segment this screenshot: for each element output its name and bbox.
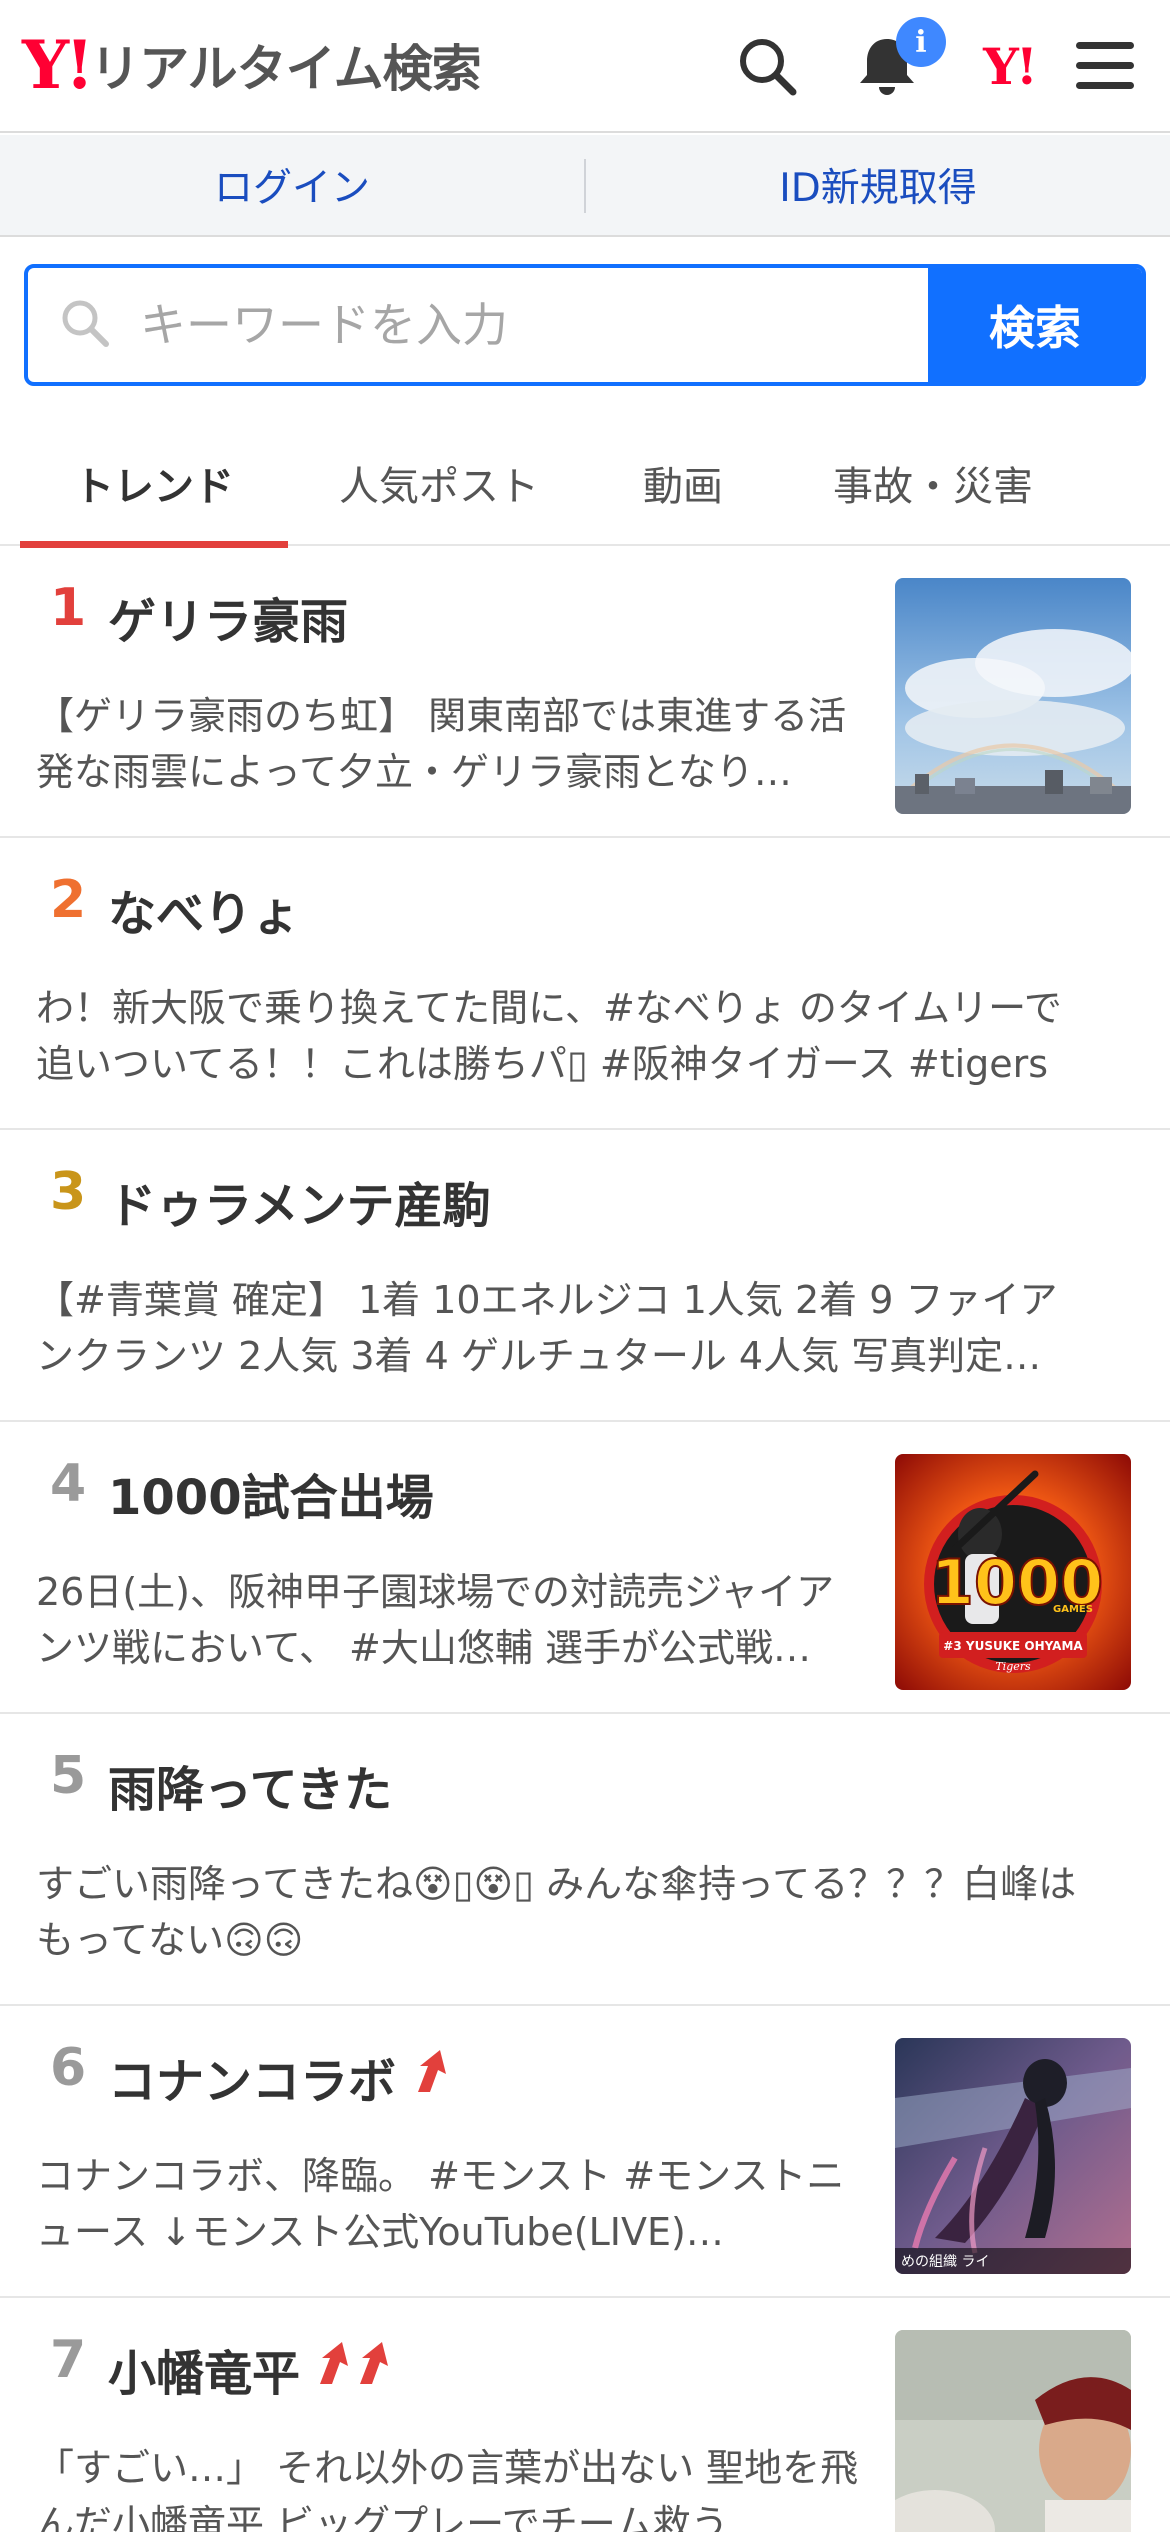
trend-thumbnail-1000-games[interactable]: 1000 GAMES #3 YUSUKE OHYAMA Tigers — [895, 1454, 1131, 1690]
app-header: Y! リアルタイム検索 i Y! — [0, 0, 1170, 133]
yahoo-logo-mark: Y! — [22, 26, 94, 104]
trend-title-text: ゲリラ豪雨 — [108, 594, 349, 650]
trend-item[interactable]: 6 コナンコラボ コナンコラボ、降臨。 #モンスト #モンストニュース ↓モンス… — [0, 2008, 1170, 2298]
trend-title-text: なべりょ — [108, 886, 301, 942]
rising-arrow-icon — [410, 2048, 452, 2106]
register-link[interactable]: ID新規取得 — [586, 135, 1170, 235]
search-icon[interactable] — [731, 30, 803, 102]
trend-item[interactable]: 5 雨降ってきた すごい雨降ってきたね😵▯😵▯ みんな傘持ってる？？？白峰はもっ… — [0, 1716, 1170, 2006]
tab-trend[interactable]: トレンド — [20, 420, 288, 548]
trend-title: 雨降ってきた — [108, 1750, 392, 1820]
trend-description: 【ゲリラ豪雨のち虹】 関東南部では東進する活発な雨雲によって夕立・ゲリラ豪雨とな… — [36, 694, 847, 794]
tab-videos[interactable]: 動画 — [590, 420, 776, 546]
yahoo-portal-icon[interactable]: Y! — [969, 30, 1049, 102]
thumb-caption-text: めの組織 ライ — [901, 2254, 989, 2270]
trend-title: コナンコラボ — [108, 2042, 452, 2112]
trend-title-text: コナンコラボ — [108, 2054, 397, 2110]
search-bar: 検索 — [24, 264, 1146, 386]
search-field[interactable] — [28, 268, 928, 382]
trend-rank: 1 — [50, 578, 87, 638]
trend-description: コナンコラボ、降臨。 #モンスト #モンストニュース ↓モンスト公式YouTub… — [36, 2154, 845, 2254]
yahoo-mini-logo: Y! — [983, 36, 1038, 96]
trend-item[interactable]: 7 小幡竜平 「すごい…」 それ以外の言葉が出ない 聖地を飛んだ小幡竜平 ビッグ… — [0, 2300, 1170, 2532]
trend-title: 小幡竜平 — [108, 2334, 398, 2404]
trend-thumbnail-anime[interactable]: めの組織 ライ — [895, 2038, 1131, 2274]
trend-thumbnail-rainbow-sky[interactable] — [895, 578, 1131, 814]
trend-description: 26日(土)、阪神甲子園球場での対読売ジャイアンツ戦において、 #大山悠輔 選手… — [36, 1570, 835, 1670]
trend-title-text: 小幡竜平 — [108, 2346, 301, 2402]
thumb-player-text: #3 YUSUKE OHYAMA — [943, 1639, 1083, 1653]
auth-bar: ログイン ID新規取得 — [0, 135, 1170, 237]
trend-item[interactable]: 1 ゲリラ豪雨 【ゲリラ豪雨のち虹】 関東南部では東進する活発な雨雲によって夕立… — [0, 548, 1170, 838]
thumb-games-text: GAMES — [1053, 1604, 1093, 1615]
trend-rank: 7 — [50, 2330, 87, 2390]
trend-rank: 4 — [50, 1454, 87, 1514]
search-input[interactable] — [140, 298, 928, 352]
trend-title-text: 雨降ってきた — [108, 1762, 393, 1818]
thumb-team-text: Tigers — [995, 1660, 1031, 1673]
trend-rank: 3 — [50, 1162, 87, 1222]
trend-item[interactable]: 2 なべりょ わ！新大阪で乗り換えてた間に、#なべりょ のタイムリーで追いついて… — [0, 840, 1170, 1130]
trend-title: 1000試合出場 — [108, 1458, 434, 1528]
category-tabs: トレンド 人気ポスト 動画 事故・災害 — [0, 420, 1170, 548]
logo-title: リアルタイム検索 — [90, 40, 481, 98]
trend-description: 「すごい…」 それ以外の言葉が出ない 聖地を飛んだ小幡竜平 ビッグプレーでチーム… — [36, 2446, 859, 2532]
trend-description: わ！新大阪で乗り換えてた間に、#なべりょ のタイムリーで追いついてる！！これは勝… — [36, 986, 1062, 1086]
trend-description: 【#青葉賞 確定】 1着 10エネルジコ 1人気 2着 9 ファイアンクランツ … — [36, 1278, 1058, 1378]
trend-description: すごい雨降ってきたね😵▯😵▯ みんな傘持ってる？？？白峰はもってない🙃🙃 — [36, 1862, 1077, 1962]
login-link[interactable]: ログイン — [0, 135, 584, 235]
trend-rank: 2 — [50, 870, 87, 930]
search-field-icon — [58, 296, 112, 354]
trend-item[interactable]: 4 1000試合出場 26日(土)、阪神甲子園球場での対読売ジャイアンツ戦におい… — [0, 1424, 1170, 1714]
trend-title: ドゥラメンテ産駒 — [108, 1166, 491, 1236]
search-button[interactable]: 検索 — [928, 268, 1142, 382]
hamburger-menu-icon[interactable] — [1069, 30, 1141, 102]
tab-accidents-disasters[interactable]: 事故・災害 — [776, 420, 1090, 546]
trend-title: なべりょ — [108, 874, 300, 944]
trend-rank: 5 — [50, 1746, 87, 1806]
trend-rank: 6 — [50, 2038, 87, 2098]
rising-arrow-icon — [314, 2340, 398, 2398]
tab-popular-posts[interactable]: 人気ポスト — [288, 420, 590, 546]
notification-badge: i — [896, 17, 946, 67]
trend-title-text: ドゥラメンテ産駒 — [108, 1178, 491, 1234]
trend-title-text: 1000試合出場 — [108, 1470, 434, 1526]
trend-item[interactable]: 3 ドゥラメンテ産駒 【#青葉賞 確定】 1着 10エネルジコ 1人気 2着 9… — [0, 1132, 1170, 1422]
yahoo-realtime-logo[interactable]: Y! リアルタイム検索 — [22, 26, 482, 104]
trend-title: ゲリラ豪雨 — [108, 582, 348, 652]
trend-thumbnail-baseball-player[interactable] — [895, 2330, 1131, 2532]
